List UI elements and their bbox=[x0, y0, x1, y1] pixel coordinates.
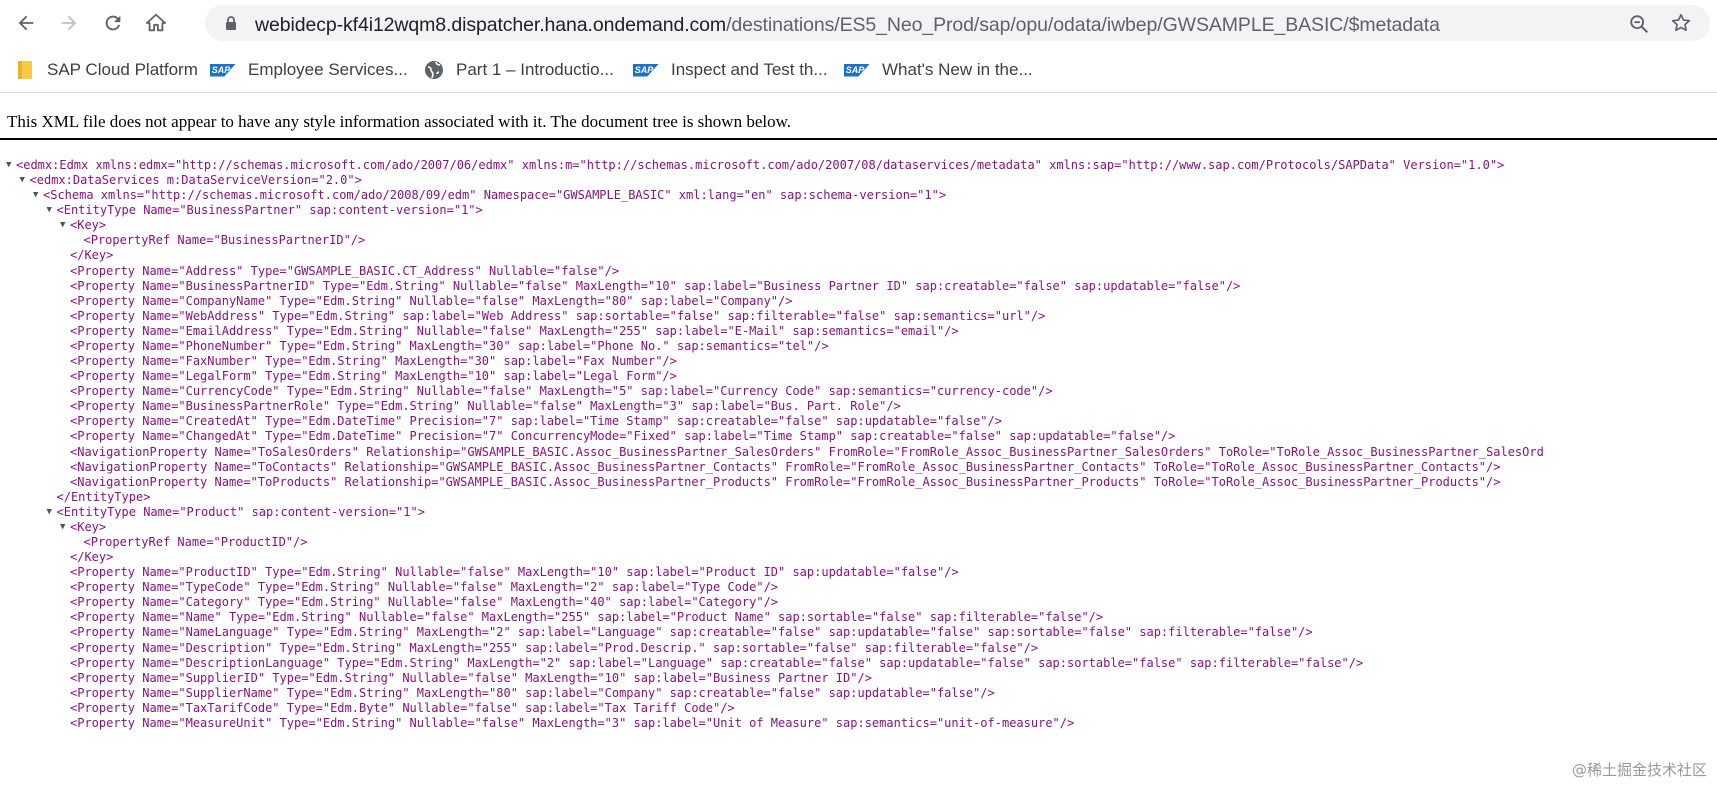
collapse-toggle-icon[interactable]: ▼ bbox=[60, 217, 70, 233]
xml-line: <NavigationProperty Name="ToProducts" Re… bbox=[70, 474, 1501, 489]
bookmark-inspect-and-test[interactable]: SAP Inspect and Test th... bbox=[633, 58, 828, 82]
collapse-toggle-icon[interactable]: ▼ bbox=[6, 157, 16, 173]
home-button[interactable] bbox=[141, 9, 171, 37]
xml-line: <Property Name="ProductID" Type="Edm.Str… bbox=[70, 565, 959, 580]
xml-line: <EntityType Name="BusinessPartner" sap:c… bbox=[56, 203, 483, 218]
url-text: webidecp-kf4i12wqm8.dispatcher.hana.onde… bbox=[255, 14, 1440, 37]
home-icon bbox=[145, 13, 167, 32]
xml-line: </Key> bbox=[70, 550, 114, 565]
zoom-out-icon[interactable] bbox=[1628, 13, 1650, 35]
bookmark-whats-new[interactable]: SAP What's New in the... bbox=[844, 58, 1033, 82]
url-host: webidecp-kf4i12wqm8.dispatcher.hana.onde… bbox=[255, 14, 727, 36]
xml-line: <PropertyRef Name="ProductID"/> bbox=[83, 535, 308, 549]
forward-button[interactable] bbox=[54, 9, 84, 37]
xml-line: <Property Name="CreatedAt" Type="Edm.Dat… bbox=[70, 414, 1002, 429]
xml-line: <Property Name="CompanyName" Type="Edm.S… bbox=[70, 293, 793, 308]
bookmarks-bar: SAP Cloud Platform SAP Employee Services… bbox=[0, 46, 1717, 93]
xml-line: <Property Name="LegalForm" Type="Edm.Str… bbox=[70, 369, 677, 384]
reload-icon bbox=[105, 15, 121, 31]
xml-line: <Property Name="FaxNumber" Type="Edm.Str… bbox=[70, 354, 677, 369]
xml-line: <Property Name="Category" Type="Edm.Stri… bbox=[70, 595, 779, 610]
reload-button[interactable] bbox=[98, 9, 128, 37]
xml-line: <Property Name="MeasureUnit" Type="Edm.S… bbox=[70, 715, 1075, 730]
xml-line: <NavigationProperty Name="ToSalesOrders"… bbox=[70, 444, 1544, 459]
xml-line: <Property Name="TaxTarifCode" Type="Edm.… bbox=[70, 700, 735, 715]
collapse-toggle-icon[interactable]: ▼ bbox=[47, 504, 57, 520]
xml-line: </EntityType> bbox=[56, 489, 151, 504]
xml-line: <Property Name="Description" Type="Edm.S… bbox=[70, 640, 1039, 655]
address-bar[interactable]: webidecp-kf4i12wqm8.dispatcher.hana.onde… bbox=[205, 5, 1710, 41]
xml-line: <NavigationProperty Name="ToContacts" Re… bbox=[70, 459, 1501, 474]
xml-line: <Property Name="Address" Type="GWSAMPLE_… bbox=[70, 263, 620, 278]
xml-line: <Property Name="Name" Type="Edm.String" … bbox=[70, 610, 1104, 625]
xml-style-notice: This XML file does not appear to have an… bbox=[7, 112, 792, 131]
bookmark-part1-introduction[interactable]: Part 1 – Introductio... bbox=[424, 58, 614, 82]
xml-line: <Property Name="PhoneNumber" Type="Edm.S… bbox=[70, 338, 829, 353]
xml-line: <EntityType Name="Product" sap:content-v… bbox=[56, 504, 425, 519]
url-path: /destinations/ES5_Neo_Prod/sap/opu/odata… bbox=[726, 14, 1440, 36]
xml-line: <Property Name="CurrencyCode" Type="Edm.… bbox=[70, 384, 1053, 399]
collapse-toggle-icon[interactable]: ▼ bbox=[47, 202, 57, 218]
xml-line: <Schema xmlns="http://schemas.microsoft.… bbox=[43, 188, 947, 203]
notice-divider bbox=[0, 138, 1717, 140]
bookmark-label: Inspect and Test th... bbox=[671, 60, 828, 79]
browser-toolbar: webidecp-kf4i12wqm8.dispatcher.hana.onde… bbox=[0, 0, 1717, 46]
collapse-toggle-icon[interactable]: ▼ bbox=[33, 187, 43, 203]
collapse-toggle-icon[interactable]: ▼ bbox=[60, 519, 70, 535]
bookmark-label: Part 1 – Introductio... bbox=[456, 60, 614, 79]
bookmark-star-icon[interactable] bbox=[1670, 12, 1692, 34]
xml-line: </Key> bbox=[70, 248, 114, 263]
watermark: @稀土掘金技术社区 bbox=[1571, 761, 1707, 779]
back-arrow-icon bbox=[18, 15, 34, 31]
sap-logo-icon: SAP bbox=[633, 63, 659, 77]
xml-line: <Property Name="NameLanguage" Type="Edm.… bbox=[70, 625, 1313, 640]
xml-line: <Property Name="TypeCode" Type="Edm.Stri… bbox=[70, 580, 779, 595]
xml-line: <Key> bbox=[70, 218, 107, 233]
xml-line: <Property Name="BusinessPartnerRole" Typ… bbox=[70, 399, 901, 414]
back-button[interactable] bbox=[11, 9, 41, 37]
xml-line: <Property Name="EmailAddress" Type="Edm.… bbox=[70, 323, 959, 338]
xml-line: <Key> bbox=[70, 519, 107, 534]
xml-line: <edmx:DataServices m:DataServiceVersion=… bbox=[29, 173, 362, 188]
xml-line: <edmx:Edmx xmlns:edmx="http://schemas.mi… bbox=[16, 158, 1505, 172]
xml-line: <Property Name="BusinessPartnerID" Type=… bbox=[70, 278, 1241, 293]
bookmark-sap-cloud-platform[interactable]: SAP Cloud Platform bbox=[17, 58, 198, 82]
xml-line: <Property Name="ChangedAt" Type="Edm.Dat… bbox=[70, 429, 1176, 444]
sap-logo-icon: SAP bbox=[210, 63, 236, 77]
xml-line: <PropertyRef Name="BusinessPartnerID"/> bbox=[83, 233, 366, 248]
folder-icon bbox=[17, 60, 35, 80]
lock-icon bbox=[226, 16, 236, 30]
xml-line: <Property Name="WebAddress" Type="Edm.St… bbox=[70, 308, 1046, 323]
sap-logo-icon: SAP bbox=[844, 63, 870, 77]
xml-line: <Property Name="DescriptionLanguage" Typ… bbox=[70, 655, 1364, 670]
bookmark-label: Employee Services... bbox=[248, 60, 408, 79]
collapse-toggle-icon[interactable]: ▼ bbox=[20, 172, 30, 188]
forward-arrow-icon bbox=[61, 15, 77, 31]
xml-line: <Property Name="SupplierID" Type="Edm.St… bbox=[70, 670, 872, 685]
globe-icon bbox=[424, 60, 444, 80]
bookmark-label: What's New in the... bbox=[882, 60, 1033, 79]
bookmark-label: SAP Cloud Platform bbox=[47, 60, 198, 79]
bookmark-employee-services[interactable]: SAP Employee Services... bbox=[210, 58, 408, 82]
xml-line: <Property Name="SupplierName" Type="Edm.… bbox=[70, 685, 995, 700]
